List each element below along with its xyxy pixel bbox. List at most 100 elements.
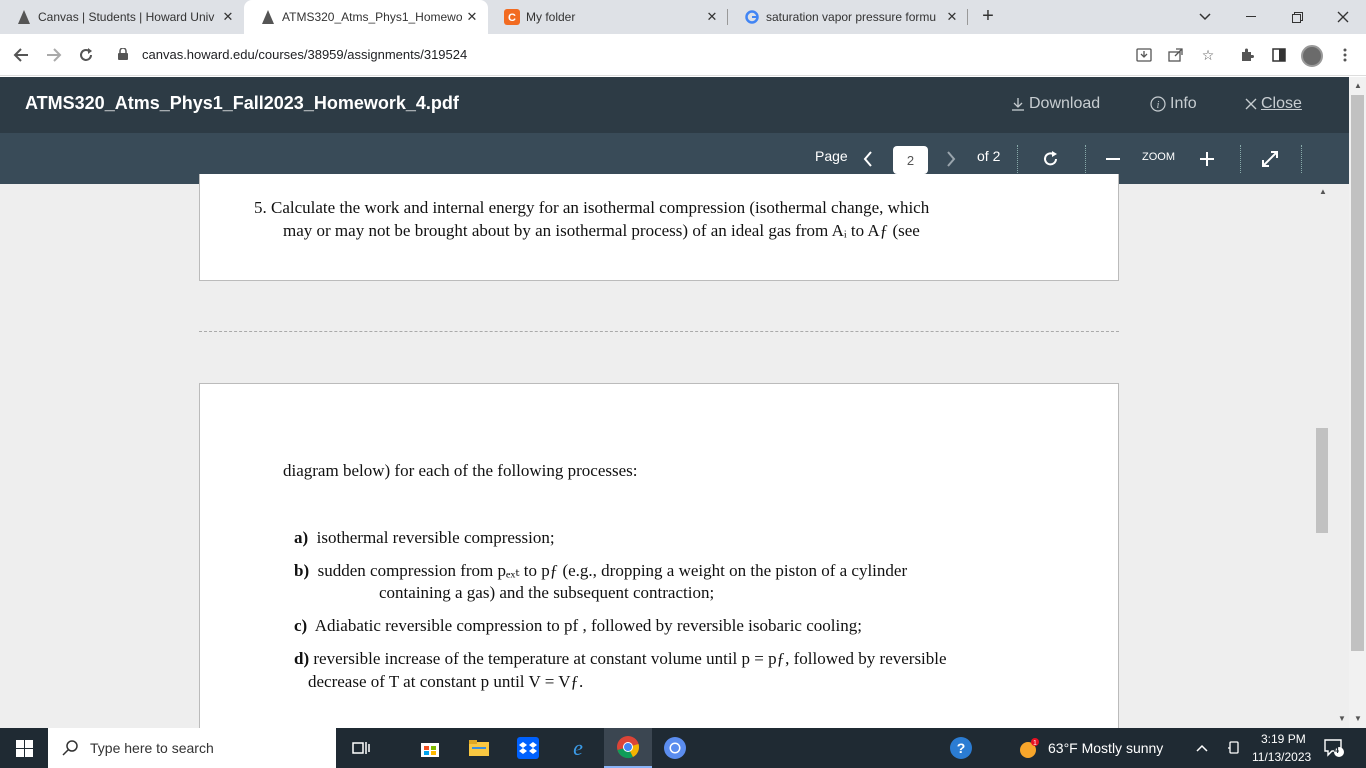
close-tab-icon[interactable]: ✕ [218, 9, 238, 25]
minimize-button[interactable] [1228, 0, 1274, 34]
close-tab-icon[interactable]: ✕ [462, 9, 482, 25]
svg-text:i: i [1157, 100, 1160, 111]
search-icon [62, 740, 78, 756]
restore-button[interactable] [1274, 0, 1320, 34]
file-explorer-icon[interactable] [467, 736, 491, 760]
minus-icon [1106, 158, 1120, 160]
scroll-down-arrow-icon[interactable]: ▼ [1354, 714, 1362, 723]
info-button[interactable]: i Info [1150, 95, 1197, 113]
toolbar-divider [1017, 145, 1018, 173]
forward-button[interactable] [41, 42, 67, 68]
file-title: ATMS320_Atms_Phys1_Fall2023_Homework_4.p… [25, 93, 459, 113]
item-label: b) [294, 561, 310, 580]
store-icon[interactable] [418, 736, 442, 760]
close-button[interactable]: Close [1245, 95, 1302, 113]
help-icon[interactable]: ? [949, 736, 973, 760]
edge-icon[interactable]: e [566, 736, 590, 760]
canvas-icon [260, 9, 276, 25]
prev-page-button[interactable] [855, 145, 881, 173]
network-icon[interactable] [1222, 736, 1246, 760]
star-icon[interactable]: ☆ [1198, 45, 1218, 65]
chrome-alt-icon[interactable] [663, 736, 687, 760]
back-button[interactable] [8, 42, 34, 68]
notifications-icon[interactable]: 4 [1322, 736, 1346, 760]
zoom-out-button[interactable] [1100, 145, 1126, 173]
extensions-icon[interactable] [1237, 45, 1257, 65]
tab-title: Canvas | Students | Howard Univ [38, 10, 215, 24]
reload-icon [80, 48, 92, 61]
download-label: Download [1029, 95, 1101, 112]
new-tab-button[interactable]: + [976, 4, 1000, 28]
chevron-left-icon [863, 151, 872, 167]
minimize-icon [1246, 16, 1256, 17]
info-label: Info [1170, 95, 1197, 112]
close-label: Close [1261, 95, 1302, 112]
tab-canvas-students[interactable]: Canvas | Students | Howard Univ ✕ [0, 0, 244, 34]
scroll-up-arrow-icon[interactable]: ▲ [1319, 187, 1327, 196]
fullscreen-button[interactable] [1257, 145, 1283, 173]
close-window-button[interactable] [1320, 0, 1366, 34]
item-text: reversible increase of the temperature a… [313, 649, 947, 668]
document-area[interactable]: 5. Calculate the work and internal energ… [0, 174, 1349, 728]
download-icon [1012, 98, 1024, 111]
page-scrollbar-thumb[interactable] [1351, 95, 1364, 651]
clock-date[interactable]: 11/13/2023 [1252, 750, 1311, 764]
close-tab-icon[interactable]: ✕ [702, 9, 722, 25]
list-item-continuation: containing a gas) and the subsequent con… [379, 583, 715, 602]
tab-my-folder[interactable]: C My folder ✕ [488, 0, 728, 34]
page-number-input[interactable]: 2 [893, 146, 928, 174]
task-view-icon[interactable] [349, 736, 373, 760]
weather-text[interactable]: 63°F Mostly sunny [1048, 740, 1163, 756]
close-tab-icon[interactable]: ✕ [942, 9, 962, 25]
rotate-button[interactable] [1038, 145, 1064, 173]
list-item-continuation: decrease of T at constant p until V = Vƒ… [308, 672, 584, 691]
question-5-line-2: may or may not be brought about by an is… [283, 221, 920, 240]
question-5-intro: diagram below) for each of the following… [283, 461, 638, 480]
next-page-button[interactable] [938, 145, 964, 173]
install-icon[interactable] [1134, 45, 1154, 65]
scroll-up-arrow-icon[interactable]: ▲ [1354, 81, 1362, 90]
chevron-up-icon[interactable] [1190, 736, 1214, 760]
toolbar-divider [1240, 145, 1241, 173]
rotate-icon [1044, 151, 1057, 166]
windows-icon [15, 739, 33, 757]
dropbox-icon[interactable] [516, 736, 540, 760]
scroll-down-arrow-icon[interactable]: ▼ [1338, 714, 1346, 723]
lock-icon [118, 48, 128, 60]
tab-title: My folder [526, 10, 576, 24]
chrome-taskbar-icon[interactable] [604, 728, 652, 768]
restore-icon [1291, 11, 1303, 23]
item-label: a) [294, 528, 309, 547]
address-bar[interactable]: canvas.howard.edu/courses/38959/assignme… [142, 47, 467, 62]
download-button[interactable]: Download [1011, 95, 1100, 113]
profile-avatar[interactable] [1301, 45, 1323, 67]
item-label: c) [294, 616, 308, 635]
menu-icon[interactable] [1335, 45, 1355, 65]
tab-search-button[interactable] [1182, 0, 1228, 34]
tab-strip: Canvas | Students | Howard Univ ✕ ATMS32… [0, 0, 1366, 34]
zoom-in-button[interactable] [1194, 145, 1220, 173]
side-panel-icon[interactable] [1269, 45, 1289, 65]
share-icon[interactable] [1166, 45, 1186, 65]
tab-homework-pdf[interactable]: ATMS320_Atms_Phys1_Homewo ✕ [244, 0, 488, 34]
taskbar-search[interactable]: Type here to search [48, 728, 336, 768]
tab-title: ATMS320_Atms_Phys1_Homewo [282, 10, 462, 24]
chevron-right-icon [947, 151, 956, 167]
info-icon: i [1150, 96, 1166, 112]
page-count: of 2 [977, 148, 1001, 164]
list-item: c) Adiabatic reversible compression to p… [294, 616, 862, 636]
chevron-down-icon [1199, 13, 1211, 21]
clock-time[interactable]: 3:19 PM [1261, 732, 1306, 746]
item-text: isothermal reversible compression; [316, 528, 555, 547]
reload-button[interactable] [73, 42, 99, 68]
google-icon [744, 9, 760, 25]
document-scrollbar-thumb[interactable] [1316, 428, 1328, 533]
c-orange-icon: C [504, 9, 520, 25]
question-5-line-1: 5. Calculate the work and internal energ… [254, 198, 930, 217]
tab-google-search[interactable]: saturation vapor pressure formu ✕ [728, 0, 968, 34]
weather-icon[interactable]: 1 [1016, 736, 1040, 760]
search-placeholder: Type here to search [90, 740, 214, 756]
start-button[interactable] [0, 728, 48, 768]
pdf-page-1: 5. Calculate the work and internal energ… [199, 174, 1119, 281]
zoom-label: ZOOM [1142, 151, 1175, 163]
